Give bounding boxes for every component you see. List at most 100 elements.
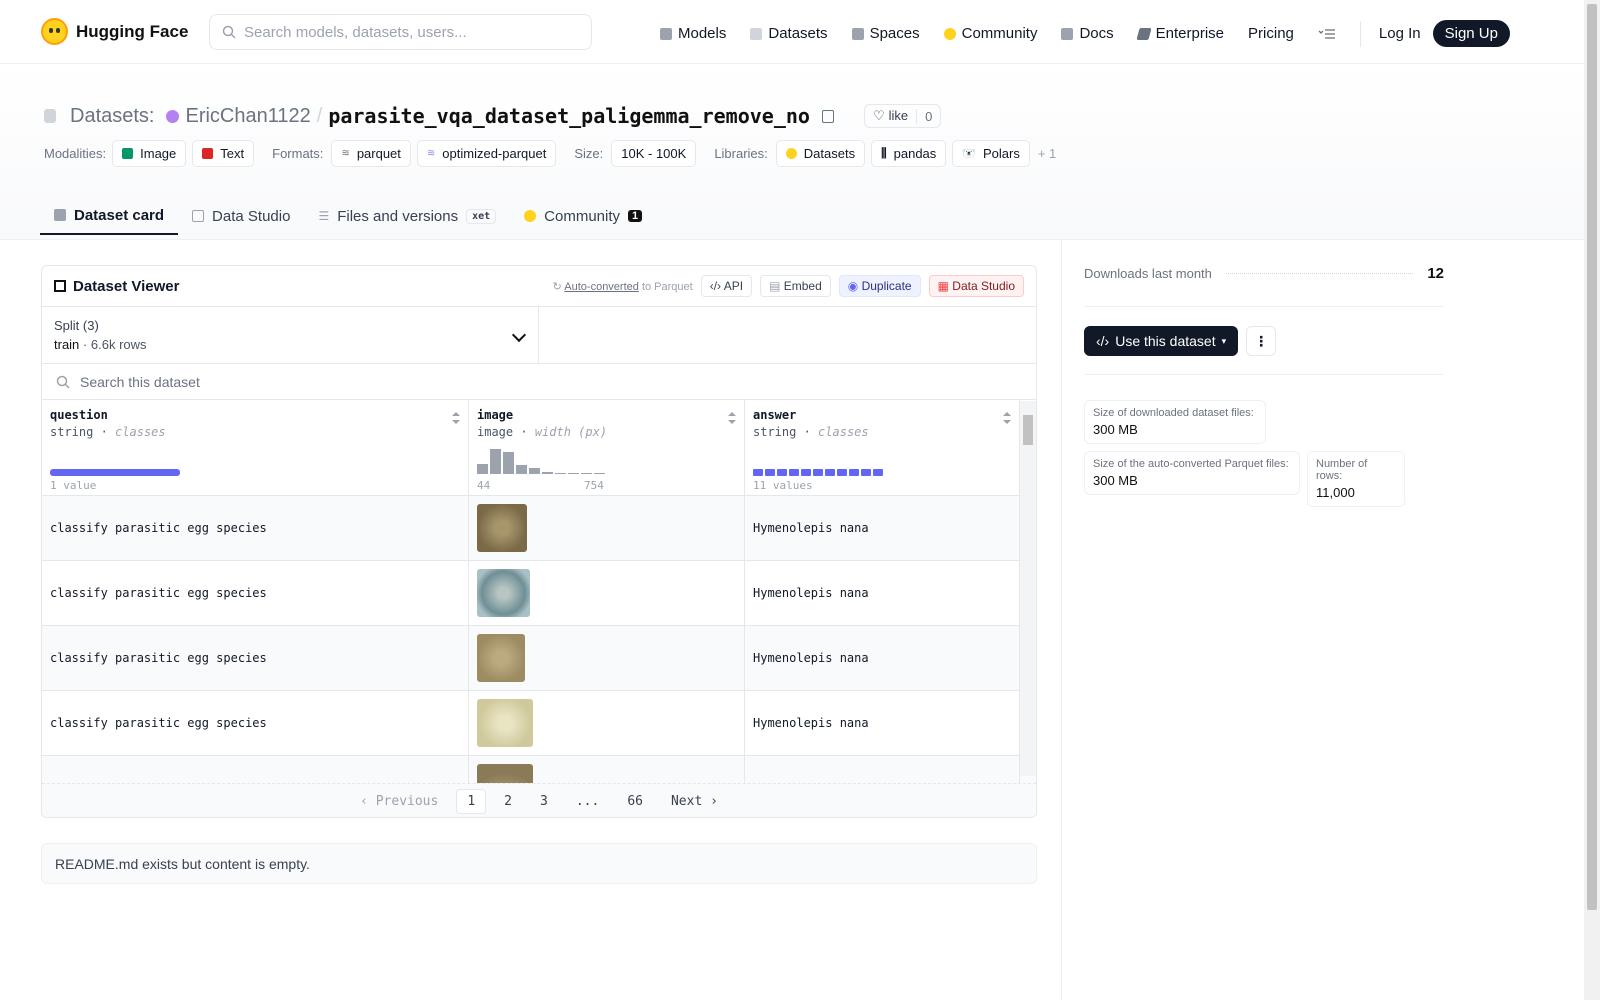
width-histogram[interactable] [477, 447, 605, 474]
table-row-partial[interactable] [42, 756, 1036, 783]
tab-data-studio[interactable]: Data Studio [178, 197, 304, 235]
image-thumbnail[interactable] [477, 699, 533, 747]
table-row[interactable]: classify parasitic egg species Hymenolep… [42, 496, 1036, 561]
modality-text-chip[interactable]: Text [192, 140, 255, 167]
answer-cell[interactable]: Hymenolepis nana [745, 561, 1020, 625]
previous-page-button[interactable]: ‹ Previous [350, 790, 448, 813]
histogram-bar[interactable] [568, 473, 579, 474]
histogram-bar[interactable] [516, 465, 527, 474]
histogram-bar[interactable] [555, 473, 566, 474]
sort-icon[interactable] [452, 412, 460, 424]
use-this-dataset-button[interactable]: ‹/› Use this dataset ▾ [1084, 326, 1239, 356]
histogram-bar[interactable] [477, 464, 488, 474]
histogram-bar[interactable] [503, 452, 514, 474]
format-parquet-chip[interactable]: ≋ parquet [331, 140, 411, 167]
like-button[interactable]: ♡ like 0 [863, 104, 942, 128]
duplicate-button[interactable]: ◉ Duplicate [838, 275, 921, 297]
column-question[interactable]: question string · classes 1 value [42, 400, 469, 495]
histogram-bar[interactable] [594, 473, 605, 474]
tab-dataset-card[interactable]: Dataset card [40, 197, 179, 235]
nav-spaces[interactable]: Spaces [851, 25, 920, 42]
brand-logo[interactable]: Hugging Face [41, 18, 188, 45]
nav-enterprise[interactable]: Enterprise [1136, 25, 1224, 42]
class-segment[interactable] [777, 469, 787, 476]
page-scrollbar-thumb[interactable] [1587, 4, 1597, 910]
auto-converted-link[interactable]: Auto-converted [564, 281, 639, 293]
table-row[interactable]: classify parasitic egg species Hymenolep… [42, 561, 1036, 626]
image-cell[interactable] [469, 691, 745, 755]
global-search-input[interactable] [244, 23, 564, 41]
format-optimized-parquet-chip[interactable]: ≋ optimized-parquet [416, 140, 557, 167]
image-thumbnail[interactable] [477, 634, 525, 682]
image-thumbnail[interactable] [477, 764, 533, 783]
column-image[interactable]: image image · width (px) 44 754 [469, 400, 745, 495]
tab-community[interactable]: Community 1 [510, 197, 656, 235]
histogram-bar[interactable] [529, 468, 540, 474]
more-libraries[interactable]: + 1 [1038, 146, 1056, 161]
owner-link[interactable]: EricChan1122 [185, 105, 310, 128]
sort-icon[interactable] [728, 412, 736, 424]
dataset-search[interactable] [42, 364, 1036, 400]
table-row[interactable]: classify parasitic egg species Hymenolep… [42, 626, 1036, 691]
copy-icon[interactable] [821, 109, 834, 123]
image-thumbnail[interactable] [477, 504, 527, 552]
question-cell[interactable]: classify parasitic egg species [42, 626, 469, 690]
global-search[interactable] [209, 14, 592, 50]
modality-image-chip[interactable]: Image [112, 140, 187, 167]
column-answer[interactable]: answer string · classes 11 values [745, 400, 1020, 495]
section-link[interactable]: Datasets: [70, 105, 154, 128]
more-options-button[interactable]: ⋮ [1246, 326, 1277, 356]
class-segment[interactable] [873, 469, 883, 476]
table-scrollbar[interactable] [1020, 401, 1036, 776]
class-segment[interactable] [789, 469, 799, 476]
question-class-bar[interactable] [50, 469, 180, 476]
nav-community[interactable]: Community [943, 25, 1037, 42]
repo-name[interactable]: parasite_vqa_dataset_paligemma_remove_no [328, 104, 810, 128]
size-chip[interactable]: 10K - 100K [611, 140, 697, 167]
tab-files[interactable]: ☰ Files and versions xet [304, 197, 510, 235]
page-button[interactable]: 3 [530, 790, 558, 813]
histogram-bar[interactable] [581, 473, 592, 474]
more-menu-button[interactable] [1318, 28, 1336, 40]
class-segment[interactable] [801, 469, 811, 476]
class-segment[interactable] [849, 469, 859, 476]
dataset-search-input[interactable] [80, 373, 480, 390]
answer-cell[interactable]: Hymenolepis nana [745, 496, 1020, 560]
embed-button[interactable]: ▤ Embed [760, 275, 831, 297]
image-cell[interactable] [469, 496, 745, 560]
nav-pricing[interactable]: Pricing [1248, 25, 1294, 42]
image-cell[interactable] [469, 756, 745, 783]
sort-icon[interactable] [1003, 412, 1011, 424]
histogram-bar[interactable] [542, 472, 553, 474]
class-segment[interactable] [753, 469, 763, 476]
library-datasets-chip[interactable]: Datasets [775, 140, 866, 167]
question-cell[interactable]: classify parasitic egg species [42, 691, 469, 755]
page-button[interactable]: 2 [494, 790, 522, 813]
question-cell[interactable]: classify parasitic egg species [42, 496, 469, 560]
answer-cell[interactable]: Hymenolepis nana [745, 691, 1020, 755]
library-pandas-chip[interactable]: ⫼ pandas [871, 140, 947, 167]
nav-models[interactable]: Models [660, 25, 726, 42]
histogram-bar[interactable] [490, 449, 501, 474]
nav-docs[interactable]: Docs [1061, 25, 1114, 42]
class-segment[interactable] [765, 469, 775, 476]
image-thumbnail[interactable] [477, 569, 530, 617]
class-segment[interactable] [861, 469, 871, 476]
split-dropdown[interactable]: Split (3) train · 6.6k rows [42, 307, 539, 363]
answer-class-bar[interactable] [753, 469, 883, 476]
page-scrollbar[interactable] [1584, 0, 1600, 1000]
class-segment[interactable] [825, 469, 835, 476]
table-row[interactable]: classify parasitic egg species Hymenolep… [42, 691, 1036, 756]
answer-cell[interactable] [745, 756, 1020, 783]
class-segment[interactable] [837, 469, 847, 476]
question-cell[interactable]: classify parasitic egg species [42, 561, 469, 625]
image-cell[interactable] [469, 626, 745, 690]
page-button[interactable]: 66 [617, 790, 653, 813]
signup-button[interactable]: Sign Up [1432, 20, 1510, 47]
nav-datasets[interactable]: Datasets [750, 25, 828, 42]
answer-cell[interactable]: Hymenolepis nana [745, 626, 1020, 690]
class-segment[interactable] [813, 469, 823, 476]
next-page-button[interactable]: Next › [661, 790, 728, 813]
login-link[interactable]: Log In [1379, 25, 1421, 42]
api-button[interactable]: ‹/› API [700, 275, 753, 297]
